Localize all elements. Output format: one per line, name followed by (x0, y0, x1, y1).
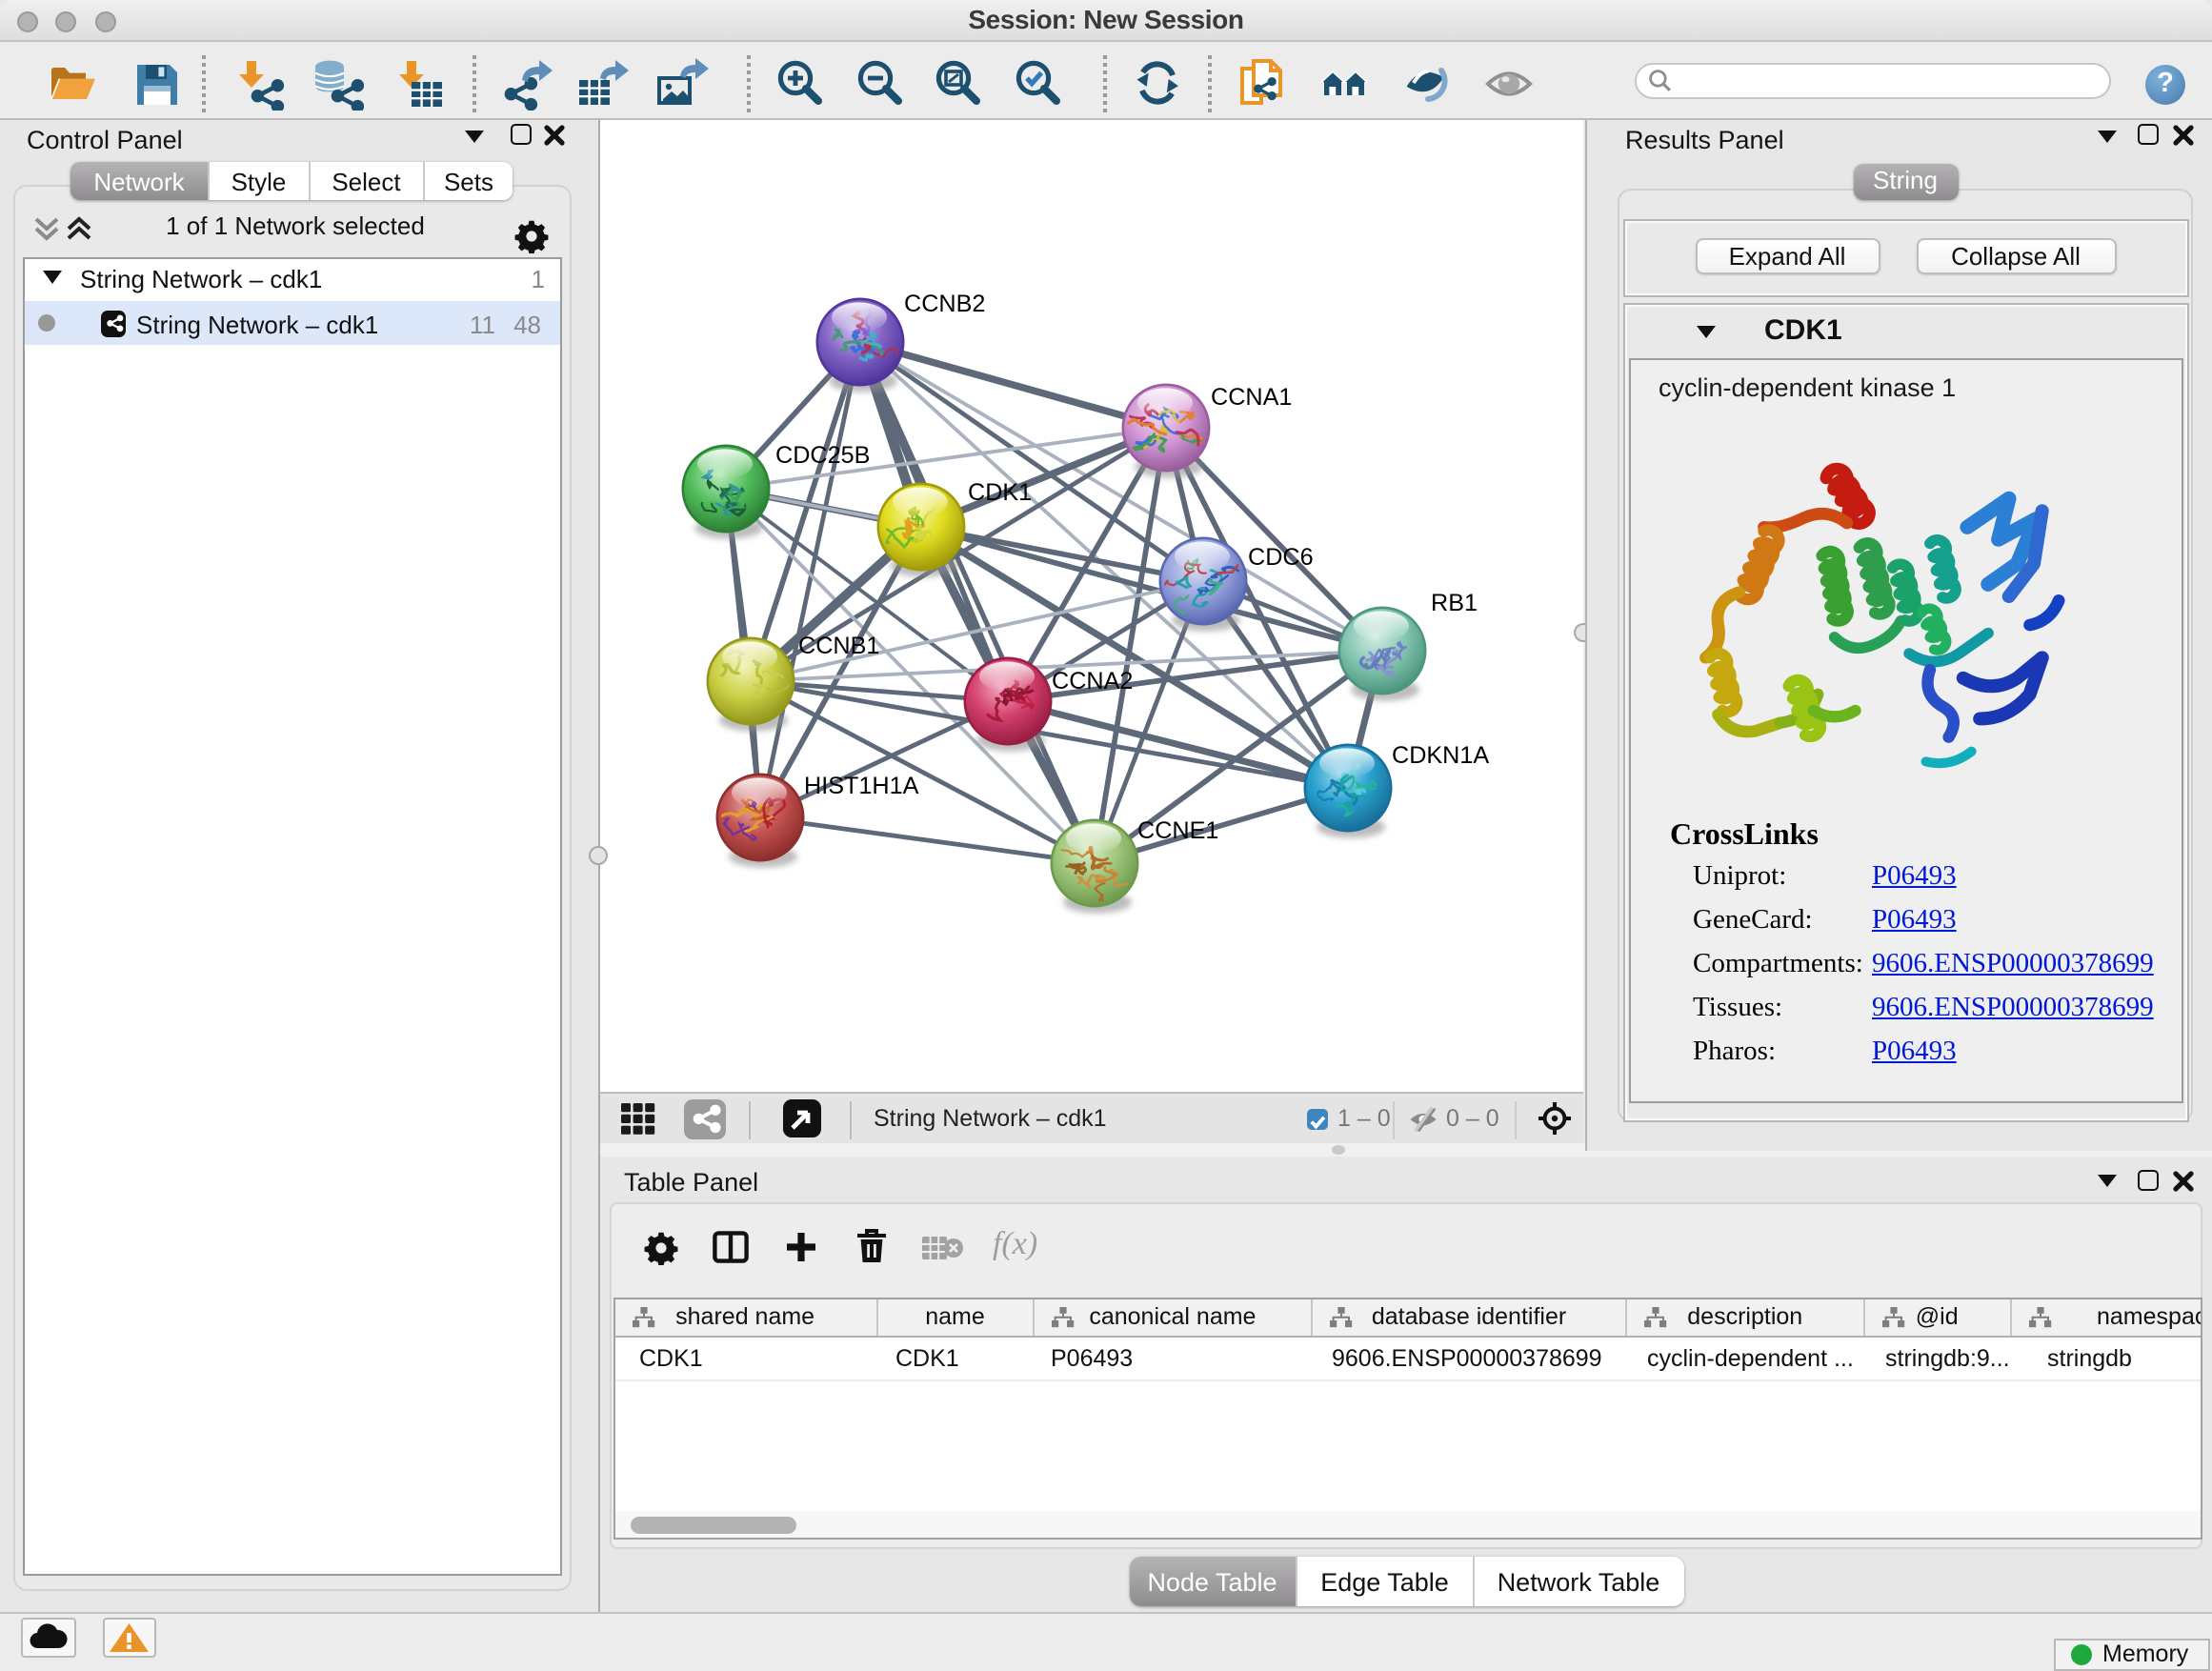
svg-text:CDKN1A: CDKN1A (1392, 741, 1489, 768)
svg-text:CDK1: CDK1 (968, 478, 1032, 505)
svg-text:CDC25B: CDC25B (775, 441, 870, 468)
svg-text:RB1: RB1 (1431, 589, 1478, 615)
svg-text:CCNA2: CCNA2 (1052, 667, 1133, 694)
svg-text:CCNA1: CCNA1 (1211, 383, 1292, 410)
svg-text:CDC6: CDC6 (1248, 543, 1314, 570)
svg-text:CCNB2: CCNB2 (904, 290, 985, 316)
svg-text:CCNE1: CCNE1 (1137, 816, 1218, 843)
svg-text:HIST1H1A: HIST1H1A (804, 772, 919, 798)
svg-text:CCNB1: CCNB1 (798, 632, 879, 658)
